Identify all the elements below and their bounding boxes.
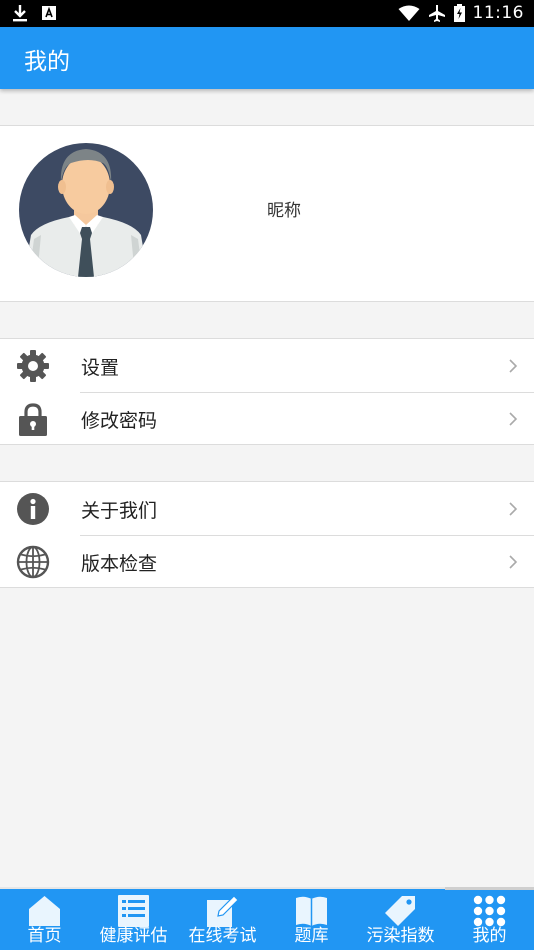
profile-card[interactable]: 昵称 [0, 125, 534, 302]
chevron-right-icon [509, 555, 518, 569]
battery-icon [453, 4, 465, 22]
menu-item-label: 关于我们 [81, 500, 158, 522]
info-icon [17, 493, 49, 525]
chevron-right-icon [509, 502, 518, 516]
status-bar: 11:16 [0, 0, 534, 27]
app-bar: 我的 [0, 27, 534, 89]
gear-icon [17, 350, 49, 382]
menu-item-change-password[interactable]: 修改密码 [0, 392, 534, 445]
tab-label: 我的 [472, 926, 507, 946]
menu-item-version-check[interactable]: 版本检查 [0, 535, 534, 588]
tab-label: 在线考试 [188, 926, 257, 946]
tab-mine[interactable]: 我的 [445, 889, 534, 950]
tab-label: 健康评估 [99, 926, 168, 946]
bottom-nav: 首页 健康评估 在线考试 题库 污染指数 我的 [0, 887, 534, 950]
download-icon [13, 5, 27, 22]
app-notification-icon [42, 6, 56, 20]
wifi-icon [398, 5, 419, 21]
avatar[interactable] [19, 143, 153, 277]
globe-icon [16, 545, 50, 579]
tab-home[interactable]: 首页 [0, 889, 89, 950]
tab-health-assessment[interactable]: 健康评估 [89, 889, 178, 950]
menu-item-label: 版本检查 [81, 553, 158, 575]
tab-online-exam[interactable]: 在线考试 [178, 889, 267, 950]
tab-pollution-index[interactable]: 污染指数 [356, 889, 445, 950]
chevron-right-icon [509, 359, 518, 373]
menu-group-about: 关于我们 版本检查 [0, 481, 534, 588]
menu-item-label: 设置 [81, 357, 120, 379]
chevron-right-icon [509, 412, 518, 426]
menu-item-about-us[interactable]: 关于我们 [0, 482, 534, 535]
airplane-icon [428, 5, 445, 22]
user-avatar-icon [19, 143, 153, 277]
tab-label: 首页 [27, 926, 62, 946]
page-title: 我的 [24, 49, 70, 75]
tab-label: 污染指数 [366, 926, 435, 946]
tab-question-bank[interactable]: 题库 [267, 889, 356, 950]
menu-group-account: 设置 修改密码 [0, 338, 534, 445]
status-time: 11:16 [472, 3, 524, 23]
nickname: 昵称 [267, 201, 301, 221]
menu-item-settings[interactable]: 设置 [0, 339, 534, 392]
lock-icon [19, 403, 47, 436]
menu-item-label: 修改密码 [81, 410, 158, 432]
tab-label: 题库 [294, 926, 329, 946]
